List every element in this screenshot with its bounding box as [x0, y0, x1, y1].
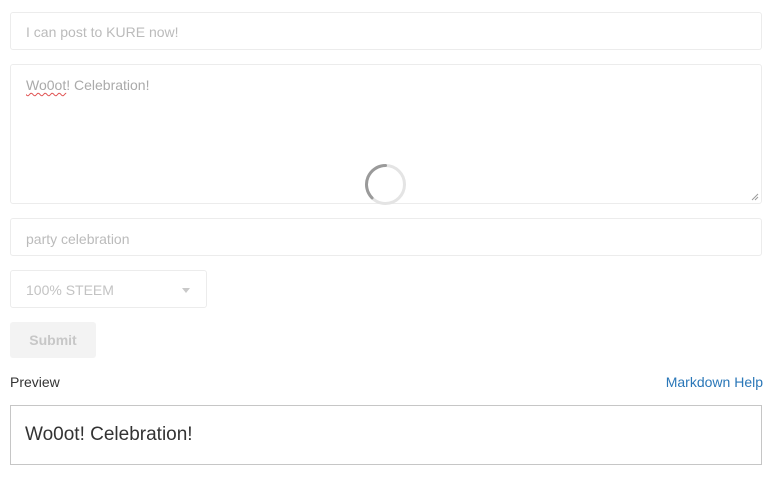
body-text-rest: ! Celebration!: [66, 77, 150, 93]
submit-button[interactable]: Submit: [10, 322, 96, 358]
tags-input-text: party celebration: [26, 231, 130, 247]
chevron-down-icon: [182, 288, 190, 293]
resize-handle-icon[interactable]: [751, 193, 759, 201]
title-input-text: I can post to KURE now!: [26, 24, 179, 40]
title-input[interactable]: I can post to KURE now!: [10, 12, 762, 50]
preview-content: Wo0ot! Celebration!: [25, 424, 193, 445]
reward-dropdown-value: 100% STEEM: [26, 282, 114, 298]
post-editor: I can post to KURE now! Wo0ot! Celebrati…: [0, 0, 781, 479]
tags-input[interactable]: party celebration: [10, 218, 762, 256]
markdown-help-link[interactable]: Markdown Help: [666, 374, 763, 390]
reward-dropdown[interactable]: 100% STEEM: [10, 270, 207, 308]
loading-spinner-icon: [365, 164, 406, 205]
misspelled-word: Wo0ot: [26, 77, 67, 93]
preview-heading: Preview: [10, 374, 60, 390]
preview-panel: Wo0ot! Celebration!: [10, 405, 762, 465]
body-textarea-text: Wo0ot! Celebration!: [26, 77, 150, 93]
